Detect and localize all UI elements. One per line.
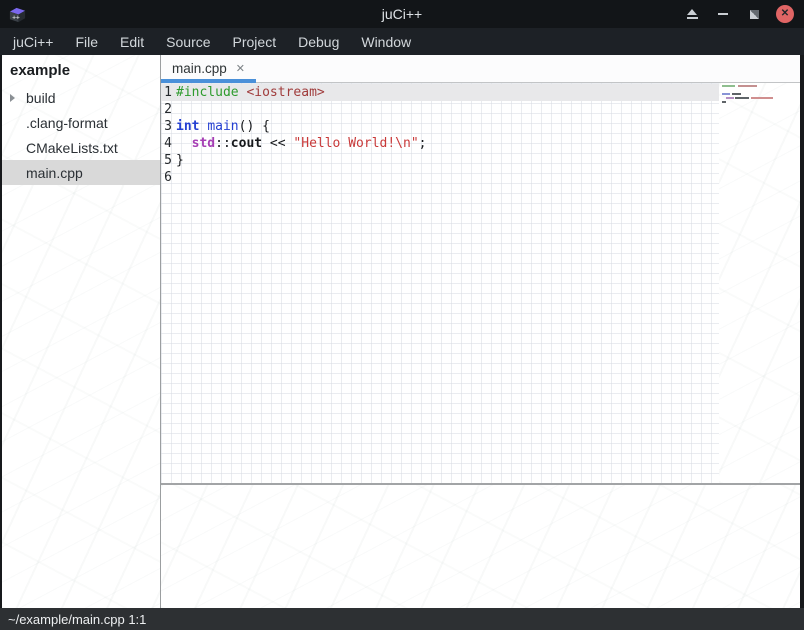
code-line[interactable]: 3int main() { — [161, 118, 719, 135]
menu-item-window[interactable]: Window — [350, 28, 422, 55]
file-tree-panel: example build .clang-format CMakeLists.txt… — [2, 55, 160, 608]
menu-item-edit[interactable]: Edit — [109, 28, 155, 55]
code-line[interactable]: 4 std::cout << "Hello World!\n"; — [161, 135, 719, 152]
token-str: "Hello World!\n" — [293, 136, 418, 151]
jucipp-window: ++ juCi++ ✕ juCi++FileEditSourceProjectD… — [0, 0, 804, 630]
menu-item-source[interactable]: Source — [155, 28, 221, 55]
token-inc: <iostream> — [246, 85, 324, 100]
menubar: juCi++FileEditSourceProjectDebugWindow — [0, 28, 804, 55]
code-text: #include <iostream> — [174, 84, 325, 101]
minimap-row — [722, 97, 800, 99]
tree-item-label: main.cpp — [26, 165, 83, 181]
main-area: main.cpp ✕ 1#include <iostream>23int mai… — [161, 55, 800, 608]
code-line[interactable]: 5} — [161, 152, 719, 169]
tree-item-label: CMakeLists.txt — [26, 140, 118, 156]
minimap-row — [722, 89, 800, 91]
token-fn: main — [207, 119, 238, 134]
minimap-bar — [726, 97, 734, 99]
tabbar: main.cpp ✕ — [161, 55, 800, 83]
menu-item-debug[interactable]: Debug — [287, 28, 350, 55]
token-pl: ; — [419, 136, 427, 151]
code-line[interactable]: 1#include <iostream> — [161, 84, 719, 101]
line-number[interactable]: 3 — [161, 118, 174, 135]
tab-label[interactable]: main.cpp — [172, 61, 227, 76]
window-title: juCi++ — [382, 6, 422, 22]
close-button[interactable]: ✕ — [776, 5, 794, 23]
line-number[interactable]: 5 — [161, 152, 174, 169]
minimize-icon — [718, 13, 728, 15]
code-line[interactable]: 6 — [161, 169, 719, 186]
eject-icon — [687, 9, 697, 15]
code-text — [174, 169, 176, 186]
token-pl — [176, 136, 192, 151]
token-ns: std — [192, 136, 215, 151]
window-body: example build .clang-format CMakeLists.txt… — [0, 55, 804, 608]
statusbar: ~/example/main.cpp 1:1 — [0, 608, 804, 630]
expander-icon[interactable] — [10, 94, 15, 102]
project-folder-header: example — [2, 55, 160, 85]
close-icon: ✕ — [776, 5, 794, 23]
terminal-panel[interactable] — [161, 485, 800, 608]
token-pl: << — [262, 136, 293, 151]
jucipp-logo-icon: ++ — [8, 5, 27, 24]
minimap-row — [722, 85, 800, 87]
editor: 1#include <iostream>23int main() {4 std:… — [161, 83, 800, 483]
code-line[interactable]: 2 — [161, 101, 719, 118]
minimap-bar — [738, 85, 757, 87]
code-text — [174, 101, 176, 118]
line-number[interactable]: 6 — [161, 169, 174, 186]
window-controls: ✕ — [683, 5, 804, 23]
tree-item-main-cpp[interactable]: main.cpp — [2, 160, 160, 185]
tree-item-build[interactable]: build — [2, 85, 160, 110]
status-file-position: ~/example/main.cpp 1:1 — [8, 612, 146, 627]
tree-item-label: build — [26, 90, 56, 106]
minimap-row — [722, 93, 800, 95]
svg-text:++: ++ — [12, 14, 20, 21]
tree-item-cmakelists-txt[interactable]: CMakeLists.txt — [2, 135, 160, 160]
minimap-bar — [722, 85, 735, 87]
shade-button[interactable] — [683, 5, 701, 23]
titlebar[interactable]: ++ juCi++ ✕ — [0, 0, 804, 28]
tree-item-clang-format[interactable]: .clang-format — [2, 110, 160, 135]
tab-main-cpp[interactable]: main.cpp ✕ — [161, 55, 256, 82]
minimize-button[interactable] — [714, 5, 732, 23]
token-pl: } — [176, 153, 184, 168]
eject-icon-bar — [687, 17, 698, 19]
maximize-button[interactable] — [745, 5, 763, 23]
minimap-bar — [722, 93, 730, 95]
line-number[interactable]: 2 — [161, 101, 174, 118]
tab-close-icon[interactable]: ✕ — [236, 62, 245, 75]
token-pp: #include — [176, 85, 239, 100]
code-area[interactable]: 1#include <iostream>23int main() {4 std:… — [161, 83, 719, 483]
token-kw: int — [176, 119, 199, 134]
code-text: } — [174, 152, 184, 169]
minimap-bar — [732, 93, 741, 95]
line-number[interactable]: 4 — [161, 135, 174, 152]
code-text: int main() { — [174, 118, 270, 135]
active-tab-indicator — [161, 79, 256, 83]
line-number[interactable]: 1 — [161, 84, 174, 101]
menu-item-juci[interactable]: juCi++ — [2, 28, 64, 55]
tree-item-label: .clang-format — [26, 115, 108, 131]
token-pl: :: — [215, 136, 231, 151]
minimap-bar — [722, 101, 726, 103]
minimap[interactable] — [719, 83, 800, 483]
maximize-icon — [750, 10, 759, 19]
minimap-bar — [735, 97, 749, 99]
minimap-row — [722, 101, 800, 103]
code-text: std::cout << "Hello World!\n"; — [174, 135, 426, 152]
minimap-bar — [751, 97, 773, 99]
token-id: cout — [231, 136, 262, 151]
menu-item-project[interactable]: Project — [222, 28, 288, 55]
menu-item-file[interactable]: File — [64, 28, 109, 55]
token-pl: () { — [239, 119, 270, 134]
file-tree: build .clang-format CMakeLists.txt main.cpp — [2, 85, 160, 185]
